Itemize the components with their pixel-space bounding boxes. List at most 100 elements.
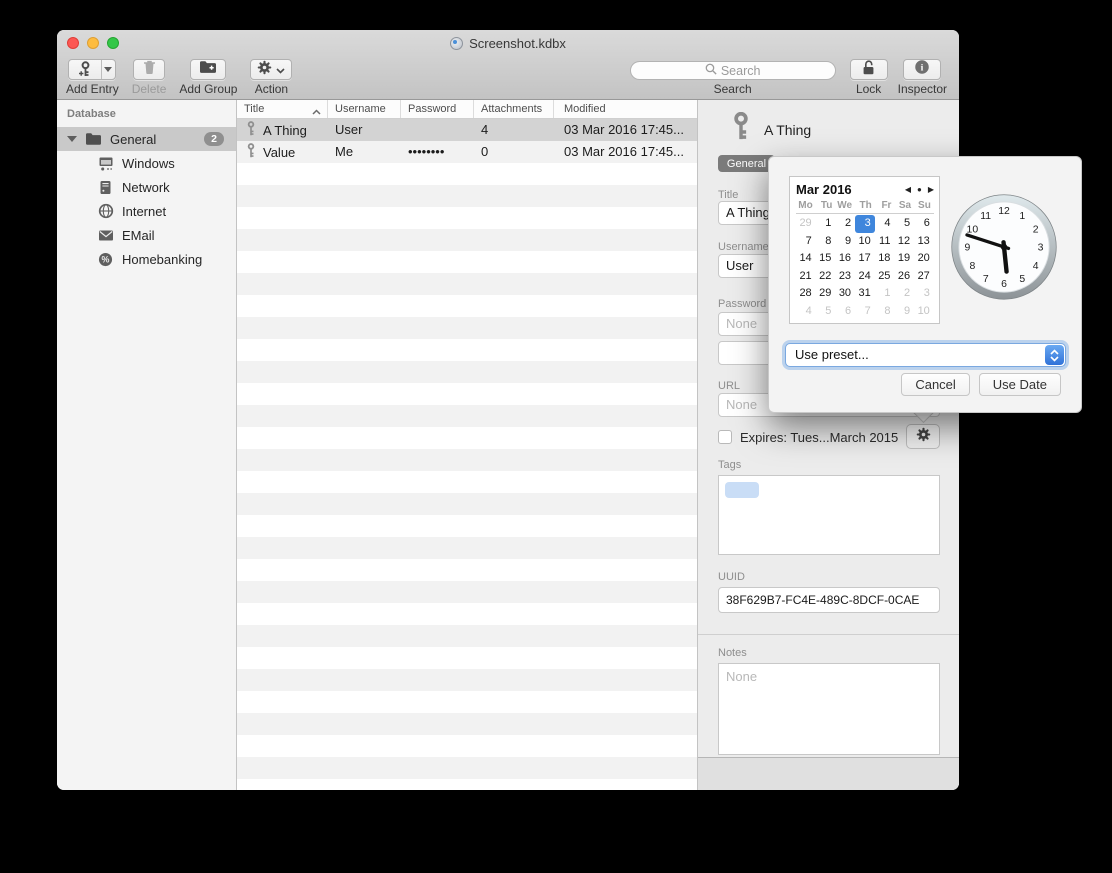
header-cell-username[interactable]: Username <box>328 100 401 118</box>
username-label: Username <box>718 241 769 253</box>
header-cell-password[interactable]: Password <box>401 100 474 118</box>
calendar-day[interactable]: 2 <box>835 215 855 233</box>
calendar-day[interactable]: 25 <box>875 268 895 286</box>
calendar-day[interactable]: 30 <box>835 285 855 303</box>
calendar-day[interactable]: 29 <box>796 215 816 233</box>
sidebar-item-homebanking[interactable]: %Homebanking <box>57 247 236 271</box>
titlebar[interactable]: Screenshot.kdbx <box>57 30 959 56</box>
calendar-day[interactable]: 11 <box>875 233 895 251</box>
window-title: Screenshot.kdbx <box>469 36 566 51</box>
calendar-day[interactable]: 8 <box>816 233 836 251</box>
notes-box[interactable]: None <box>718 663 940 755</box>
title-label: Title <box>718 189 738 201</box>
uuid-field[interactable]: 38F629B7-FC4E-489C-8DCF-0CAE <box>718 587 940 613</box>
header-cell-modified[interactable]: Modified <box>554 100 697 118</box>
clock-number: 9 <box>965 243 971 254</box>
calendar-day[interactable]: 13 <box>914 233 934 251</box>
calendar-next-button[interactable]: ▶ <box>928 185 934 194</box>
calendar-day[interactable]: 18 <box>875 250 895 268</box>
calendar-day[interactable]: 6 <box>835 303 855 321</box>
calendar-day[interactable]: 12 <box>894 233 914 251</box>
calendar-day[interactable]: 1 <box>816 215 836 233</box>
workgroup-icon <box>97 156 114 171</box>
entry-title-text: Value <box>263 145 295 160</box>
calendar-day[interactable]: 6 <box>914 215 934 233</box>
calendar-day[interactable]: 7 <box>796 233 816 251</box>
lock-button[interactable] <box>850 59 888 80</box>
disclosure-triangle-icon[interactable] <box>67 136 77 142</box>
header-cell-attachments[interactable]: Attachments <box>474 100 554 118</box>
calendar-day[interactable]: 1 <box>875 285 895 303</box>
minimize-button[interactable] <box>87 37 99 49</box>
calendar-day-selected[interactable]: 3 <box>855 215 875 233</box>
clock-center-dot <box>1001 244 1007 250</box>
key-plus-icon <box>69 60 100 79</box>
folder-icon <box>85 132 102 146</box>
add-group-button[interactable] <box>190 59 226 80</box>
sidebar-item-general[interactable]: General 2 <box>57 127 236 151</box>
calendar-day[interactable]: 20 <box>914 250 934 268</box>
calendar-day[interactable]: 22 <box>816 268 836 286</box>
calendar-day[interactable]: 17 <box>855 250 875 268</box>
calendar-day[interactable]: 24 <box>855 268 875 286</box>
add-entry-button[interactable] <box>68 59 116 80</box>
calendar-day[interactable]: 15 <box>816 250 836 268</box>
calendar-weekday: Tu <box>816 200 836 211</box>
calendar-day[interactable]: 14 <box>796 250 816 268</box>
calendar-day[interactable]: 9 <box>894 303 914 321</box>
calendar-day[interactable]: 8 <box>875 303 895 321</box>
envelope-icon <box>97 229 114 242</box>
calendar-prev-button[interactable]: ◀ <box>905 185 911 194</box>
password-label: Password <box>718 298 766 310</box>
calendar-day[interactable]: 5 <box>894 215 914 233</box>
calendar-day[interactable]: 7 <box>855 303 875 321</box>
calendar-day[interactable]: 5 <box>816 303 836 321</box>
calendar-day[interactable]: 31 <box>855 285 875 303</box>
url-label: URL <box>718 380 740 392</box>
stepper-icon[interactable] <box>1045 345 1064 365</box>
calendar-day[interactable]: 10 <box>914 303 934 321</box>
calendar-day[interactable]: 10 <box>855 233 875 251</box>
calendar-today-button[interactable]: ● <box>917 185 922 194</box>
calendar-day[interactable]: 19 <box>894 250 914 268</box>
calendar-day[interactable]: 9 <box>835 233 855 251</box>
action-button[interactable] <box>250 59 292 80</box>
tag-token[interactable] <box>725 482 759 498</box>
calendar-day[interactable]: 29 <box>816 285 836 303</box>
cancel-button[interactable]: Cancel <box>901 373 969 396</box>
calendar-day[interactable]: 4 <box>875 215 895 233</box>
calendar-day[interactable]: 16 <box>835 250 855 268</box>
sidebar-item-internet[interactable]: Internet <box>57 199 236 223</box>
calendar-day[interactable]: 28 <box>796 285 816 303</box>
trash-icon <box>142 59 157 80</box>
sidebar-item-label: General <box>110 132 204 147</box>
close-button[interactable] <box>67 37 79 49</box>
add-entry-dropdown[interactable] <box>101 60 116 79</box>
expires-checkbox[interactable] <box>718 430 732 444</box>
calendar-day[interactable]: 3 <box>914 285 934 303</box>
header-cell-title[interactable]: Title <box>237 100 328 118</box>
calendar-day[interactable]: 23 <box>835 268 855 286</box>
zoom-button[interactable] <box>107 37 119 49</box>
percent-icon: % <box>97 252 114 267</box>
inspector-button[interactable]: i <box>903 59 941 80</box>
calendar-day[interactable]: 27 <box>914 268 934 286</box>
search-input[interactable]: Search <box>630 61 836 80</box>
tags-box[interactable] <box>718 475 940 555</box>
sidebar-item-windows[interactable]: Windows <box>57 151 236 175</box>
sidebar-item-email[interactable]: EMail <box>57 223 236 247</box>
expires-gear-button[interactable] <box>906 424 940 449</box>
sidebar-item-network[interactable]: Network <box>57 175 236 199</box>
table-row[interactable]: ValueMe••••••••003 Mar 2016 17:45... <box>237 141 697 163</box>
table-row[interactable]: A ThingUser403 Mar 2016 17:45... <box>237 119 697 141</box>
tab-general[interactable]: General <box>718 155 775 172</box>
window-chrome: Screenshot.kdbx Add Entry <box>57 30 959 100</box>
use-date-button[interactable]: Use Date <box>979 373 1061 396</box>
calendar-day[interactable]: 21 <box>796 268 816 286</box>
calendar-day[interactable]: 4 <box>796 303 816 321</box>
calendar-day[interactable]: 26 <box>894 268 914 286</box>
entry-title: A Thing <box>764 122 811 138</box>
preset-select[interactable]: Use preset... <box>785 343 1066 367</box>
delete-button[interactable] <box>133 59 165 80</box>
calendar-day[interactable]: 2 <box>894 285 914 303</box>
